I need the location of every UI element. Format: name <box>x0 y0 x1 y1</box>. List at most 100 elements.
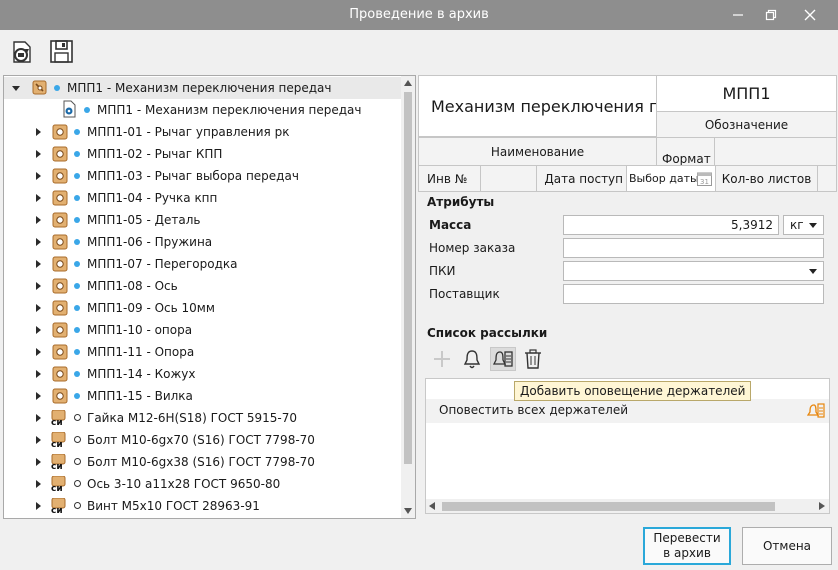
tree-item-row[interactable]: МПП1-05 - Деталь <box>4 209 402 231</box>
tree-item-label: МПП1-08 - Ось <box>87 279 178 293</box>
tree-item-row[interactable]: МПП1-01 - Рычаг управления рк <box>4 121 402 143</box>
cancel-button-label: Отмена <box>762 538 812 553</box>
supplier-input[interactable] <box>563 284 824 304</box>
calendar-icon[interactable]: 31 <box>697 171 712 186</box>
tree-item-row[interactable]: си Болт М10-6gх38 (S16) ГОСТ 7798-70 <box>4 451 402 473</box>
mailing-hscrollbar[interactable] <box>426 499 829 513</box>
restore-icon[interactable] <box>751 0 791 30</box>
expand-caret-icon[interactable] <box>32 500 44 512</box>
add-icon[interactable] <box>431 348 453 370</box>
scroll-right-icon[interactable] <box>819 502 825 510</box>
tree-item-row[interactable]: си Болт М10-6gх70 (S16) ГОСТ 7798-70 <box>4 429 402 451</box>
mass-unit-select[interactable]: кг <box>783 215 824 235</box>
date-label-cell: Дата поступ <box>536 165 627 192</box>
tree-item-row[interactable]: МПП1-14 - Кожух <box>4 363 402 385</box>
properties-panel: Механизм переключения п МПП1 Обозначение… <box>418 75 837 520</box>
status-dot-icon <box>74 283 80 289</box>
tree-item-label: МПП1-14 - Кожух <box>87 367 196 381</box>
tree-item-row[interactable]: МПП1-08 - Ось <box>4 275 402 297</box>
name-value: Механизм переключения п <box>431 96 657 116</box>
holders-notify-icon[interactable] <box>806 402 825 420</box>
mass-value: 5,3912 <box>731 218 773 232</box>
document-icon <box>60 100 76 118</box>
expand-caret-icon[interactable] <box>32 214 44 226</box>
expand-caret-icon[interactable] <box>32 192 44 204</box>
refresh-doc-icon[interactable] <box>8 38 36 66</box>
tree-item-row[interactable]: МПП1-04 - Ручка кпп <box>4 187 402 209</box>
tree-item-row[interactable]: си Винт М5х10 ГОСТ 28963-91 <box>4 495 402 517</box>
expand-caret-icon[interactable] <box>32 258 44 270</box>
bell-icon[interactable] <box>461 348 483 370</box>
holders-notify-icon[interactable] <box>490 347 516 371</box>
format-value-cell[interactable] <box>714 137 837 166</box>
expand-caret-icon[interactable] <box>32 434 44 446</box>
part-icon <box>52 388 72 404</box>
svg-text:си: си <box>51 484 63 492</box>
expand-caret-icon[interactable] <box>32 412 44 424</box>
tree-item-row[interactable]: си Гайка М12-6H(S18) ГОСТ 5915-70 <box>4 407 402 429</box>
expand-caret-icon[interactable] <box>32 126 44 138</box>
tree-scrollbar[interactable] <box>401 76 415 518</box>
tree-item-row[interactable]: МПП1-10 - опора <box>4 319 402 341</box>
save-icon[interactable] <box>48 38 76 66</box>
part-icon <box>52 190 72 206</box>
tree-item-row[interactable]: МПП1-07 - Перегородка <box>4 253 402 275</box>
expand-caret-icon[interactable] <box>10 82 22 94</box>
tree-item-label: МПП1-05 - Деталь <box>87 213 201 227</box>
tree-item-row[interactable]: МПП1-06 - Пружина <box>4 231 402 253</box>
tree-item-row[interactable]: МПП1-03 - Рычаг выбора передач <box>4 165 402 187</box>
scroll-up-icon[interactable] <box>404 80 412 86</box>
scroll-left-icon[interactable] <box>429 502 435 510</box>
mailing-scroll-thumb[interactable] <box>442 502 775 511</box>
status-dot-icon <box>74 261 80 267</box>
archive-button[interactable]: Перевести в архив <box>643 527 731 565</box>
tree-root-row[interactable]: МПП1 - Механизм переключения передач <box>4 77 402 99</box>
expand-caret-icon[interactable] <box>32 302 44 314</box>
expand-caret-icon[interactable] <box>32 148 44 160</box>
status-dot-icon <box>74 349 80 355</box>
trash-icon[interactable] <box>522 348 544 370</box>
svg-text:31: 31 <box>700 178 709 186</box>
expand-caret-icon[interactable] <box>32 390 44 402</box>
tree-item-label: МПП1-11 - Опора <box>87 345 195 359</box>
cancel-button[interactable]: Отмена <box>742 527 832 565</box>
expand-caret-icon[interactable] <box>32 236 44 248</box>
name-field[interactable]: Механизм переключения п <box>418 75 657 137</box>
inv-value-cell[interactable] <box>480 165 537 192</box>
status-dot-icon <box>84 107 90 113</box>
tree-item-row[interactable]: МПП1-02 - Рычаг КПП <box>4 143 402 165</box>
tree-scroll-thumb[interactable] <box>404 92 412 464</box>
sheets-value-cell[interactable] <box>817 165 837 192</box>
designation-value: МПП1 <box>722 84 771 103</box>
close-icon[interactable] <box>790 0 830 30</box>
tree-item-row[interactable]: МПП1-09 - Ось 10мм <box>4 297 402 319</box>
part-icon <box>52 124 72 140</box>
expand-caret-icon[interactable] <box>32 456 44 468</box>
product-tree[interactable]: МПП1 - Механизм переключения передач МПП1… <box>3 75 416 519</box>
list-item[interactable]: Оповестить всех держателей <box>426 399 829 423</box>
tree-item-label: МПП1-10 - опора <box>87 323 193 337</box>
chevron-down-icon <box>809 269 817 274</box>
expand-caret-icon[interactable] <box>32 324 44 336</box>
scroll-down-icon[interactable] <box>404 508 412 514</box>
part-icon <box>52 256 72 272</box>
designation-field[interactable]: МПП1 <box>656 75 837 112</box>
part-icon <box>52 168 72 184</box>
inv-label-cell: Инв № <box>418 165 481 192</box>
expand-caret-icon[interactable] <box>32 368 44 380</box>
order-input[interactable] <box>563 238 824 258</box>
expand-caret-icon[interactable] <box>32 170 44 182</box>
tree-document-label: МПП1 - Механизм переключения передач <box>97 103 362 117</box>
expand-caret-icon[interactable] <box>32 346 44 358</box>
date-picker[interactable]: Выбор даты 31 <box>626 165 716 192</box>
tree-item-row[interactable]: МПП1-15 - Вилка <box>4 385 402 407</box>
expand-caret-icon[interactable] <box>32 280 44 292</box>
expand-caret-icon[interactable] <box>32 478 44 490</box>
pki-select[interactable] <box>563 261 824 281</box>
tree-document-row[interactable]: МПП1 - Механизм переключения передач <box>4 99 402 121</box>
tooltip: Добавить оповещение держателей <box>514 381 752 401</box>
tree-item-label: МПП1-06 - Пружина <box>87 235 213 249</box>
mass-input[interactable]: 5,3912 <box>563 215 779 235</box>
tree-item-row[interactable]: МПП1-11 - Опора <box>4 341 402 363</box>
tree-item-row[interactable]: си Ось 3-10 а11х28 ГОСТ 9650-80 <box>4 473 402 495</box>
